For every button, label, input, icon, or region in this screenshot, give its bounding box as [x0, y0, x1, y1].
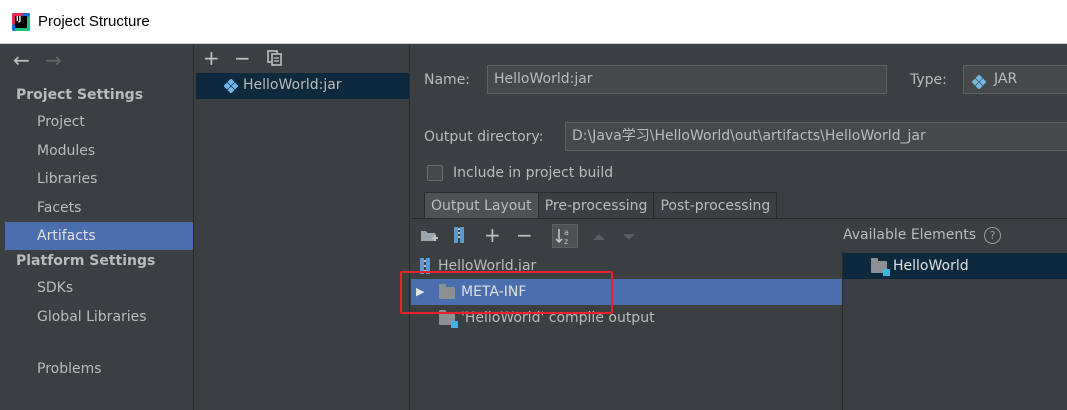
svg-text:z: z	[564, 237, 568, 246]
highlight-box	[400, 271, 613, 314]
new-folder-icon[interactable]	[420, 228, 438, 244]
help-icon[interactable]: ?	[984, 227, 1001, 244]
type-select[interactable]: JAR	[963, 65, 1067, 94]
available-elements-tree: HelloWorld	[842, 251, 1067, 410]
jar-artifact-icon	[223, 78, 239, 94]
tab-post-processing[interactable]: Post-processing	[654, 193, 778, 219]
tab-divider	[411, 218, 1067, 219]
intellij-logo-icon: IJ	[12, 13, 30, 31]
module-folder-icon	[871, 258, 890, 276]
sort-elements-icon[interactable]: a z	[552, 224, 578, 248]
back-arrow-icon[interactable]: ←	[13, 50, 30, 70]
add-element-button[interactable]: +	[484, 225, 501, 245]
sidebar-item-global-libraries[interactable]: Global Libraries	[5, 303, 193, 331]
output-directory-field[interactable]: D:\Java学习\HelloWorld\out\artifacts\Hello…	[565, 122, 1067, 151]
section-project-settings: Project Settings	[16, 87, 144, 103]
artifact-list-item-label: HelloWorld:jar	[243, 77, 342, 93]
remove-artifact-button[interactable]: −	[234, 48, 251, 68]
tab-bar: Output Layout Pre-processing Post-proces…	[424, 192, 778, 219]
window-title: Project Structure	[38, 13, 150, 30]
sidebar-item-modules[interactable]: Modules	[5, 137, 193, 165]
module-output-icon	[439, 310, 458, 328]
jar-archive-icon[interactable]	[453, 226, 465, 244]
name-label: Name:	[424, 72, 471, 88]
output-layout-tree: HelloWorld.jar ▶ META-INF 'HelloWorld' c…	[400, 251, 842, 410]
add-artifact-button[interactable]: +	[203, 48, 220, 68]
sidebar-item-project[interactable]: Project	[5, 108, 193, 136]
artifact-list-item[interactable]: HelloWorld:jar	[196, 73, 409, 99]
forward-arrow-icon[interactable]: →	[45, 50, 62, 70]
sidebar-item-problems[interactable]: Problems	[5, 355, 193, 383]
title-bar: IJ Project Structure	[0, 0, 1067, 44]
jar-type-icon	[971, 72, 987, 90]
tab-output-layout[interactable]: Output Layout	[425, 193, 539, 219]
available-elements-label: Available Elements	[843, 227, 977, 243]
copy-icon[interactable]	[267, 50, 283, 66]
name-field[interactable]: HelloWorld:jar	[487, 65, 887, 94]
move-down-icon[interactable]	[621, 230, 637, 240]
sidebar-item-facets[interactable]: Facets	[5, 194, 193, 222]
output-directory-label: Output directory:	[424, 129, 544, 145]
available-element-label: HelloWorld	[893, 258, 969, 274]
settings-sidebar: ← → Project Settings Project Modules Lib…	[0, 44, 194, 410]
section-platform-settings: Platform Settings	[16, 253, 156, 269]
sidebar-item-sdks[interactable]: SDKs	[5, 274, 193, 302]
move-up-icon[interactable]	[591, 230, 607, 240]
sidebar-item-libraries[interactable]: Libraries	[5, 165, 193, 193]
type-label: Type:	[910, 72, 947, 88]
available-element-row[interactable]: HelloWorld	[843, 253, 1067, 279]
remove-element-button[interactable]: −	[516, 225, 533, 245]
artifacts-list-panel: + − HelloWorld:jar	[195, 44, 410, 410]
tab-pre-processing[interactable]: Pre-processing	[539, 193, 655, 219]
artifact-details-panel: Name: HelloWorld:jar Type: JAR Output di…	[400, 44, 1067, 410]
include-in-build-label[interactable]: Include in project build	[453, 165, 613, 181]
sidebar-item-artifacts[interactable]: Artifacts	[5, 222, 193, 250]
include-in-build-checkbox[interactable]	[427, 165, 443, 181]
svg-text:a: a	[564, 228, 569, 237]
type-select-value: JAR	[994, 71, 1018, 87]
